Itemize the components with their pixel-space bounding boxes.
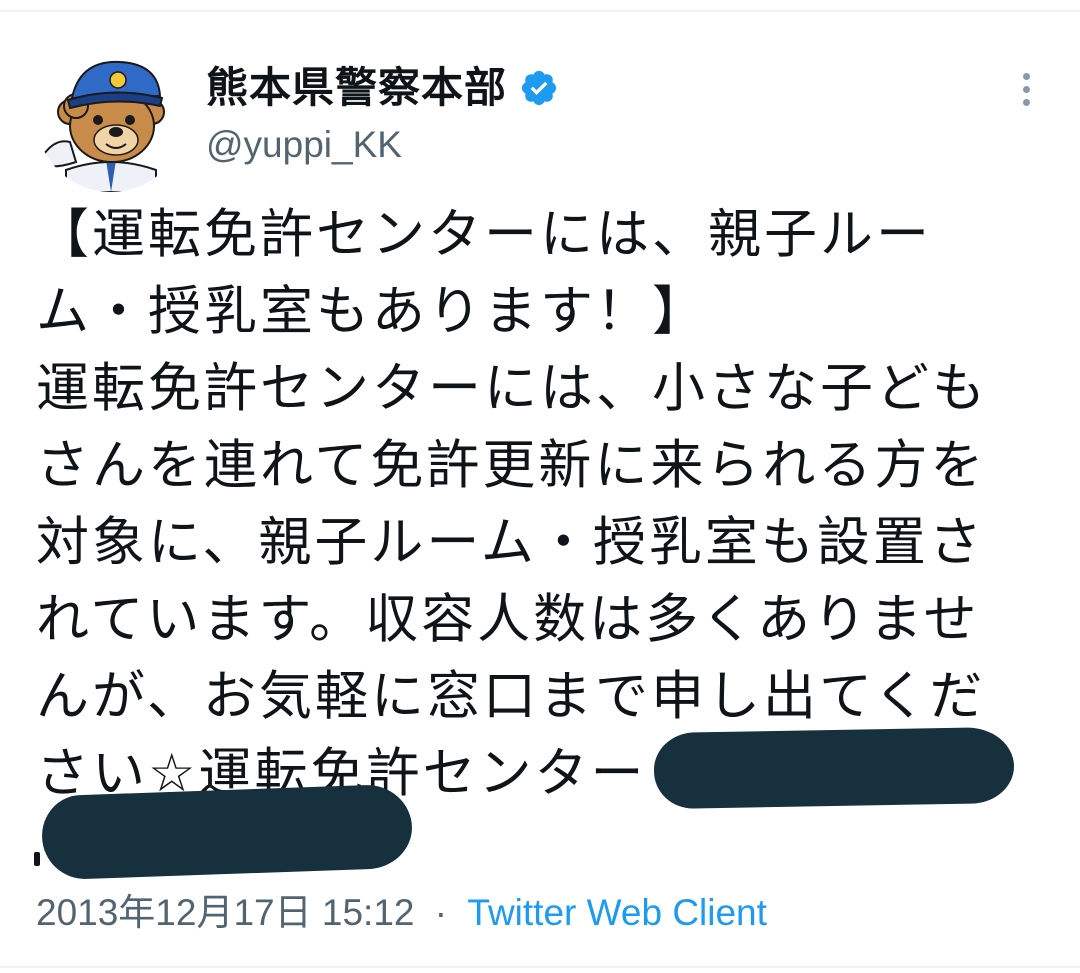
- tweet-line: 【運転免許センターには、親子ルー: [36, 204, 932, 265]
- meta-separator: ·: [434, 892, 448, 933]
- display-name[interactable]: 熊本県警察本部: [206, 60, 507, 116]
- redaction-mark: [40, 783, 414, 881]
- tweet-line: ム・授乳室もあります！】: [36, 281, 708, 342]
- redaction-stub: [34, 852, 40, 866]
- more-options-button[interactable]: [1006, 64, 1046, 114]
- bottom-divider: [0, 966, 1080, 968]
- avatar[interactable]: [36, 42, 186, 192]
- tweet-line: さんを連れて免許更新に来られる方を: [36, 435, 987, 496]
- verified-badge-icon: [519, 68, 559, 108]
- tweet-line: れています。収容人数は多くありませ: [36, 589, 980, 650]
- more-vertical-icon-dot-2: [1022, 85, 1030, 93]
- police-bear-mascot-avatar-icon: [36, 42, 186, 192]
- redaction-mark: [653, 726, 1015, 810]
- timestamp[interactable]: 2013年12月17日 15:12: [36, 892, 415, 933]
- name-row: 熊本県警察本部: [206, 60, 559, 116]
- tweet-line: んが、お気軽に窓口まで申し出てくだ: [36, 666, 986, 727]
- tweet-header: 熊本県警察本部 @yuppi_KK: [36, 42, 1046, 192]
- tweet-line: 対象に、親子ルーム・授乳室も設置さ: [36, 512, 985, 573]
- top-divider: [0, 10, 1080, 12]
- tweet-meta: 2013年12月17日 15:12 · Twitter Web Client: [36, 888, 767, 938]
- more-vertical-icon: [1022, 72, 1030, 80]
- tweet-line: 運転免許センターには、小さな子ども: [36, 358, 988, 419]
- handle[interactable]: @yuppi_KK: [206, 118, 559, 172]
- author-info: 熊本県警察本部 @yuppi_KK: [206, 60, 559, 172]
- more-vertical-icon-dot-3: [1022, 98, 1030, 106]
- source-link[interactable]: Twitter Web Client: [467, 892, 767, 933]
- tweet-text: 【運転免許センターには、親子ルー ム・授乳室もあります！】 運転免許センターには…: [36, 196, 1046, 812]
